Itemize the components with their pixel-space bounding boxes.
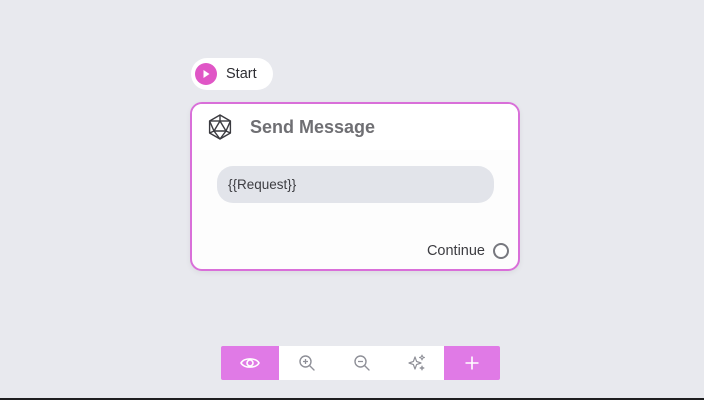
- start-node-label: Start: [226, 66, 257, 82]
- output-connector-handle[interactable]: [493, 243, 509, 259]
- node-title: Send Message: [250, 117, 376, 137]
- zoom-out-button[interactable]: [334, 346, 389, 380]
- eye-icon: [240, 358, 260, 368]
- plus-icon: [465, 356, 479, 370]
- start-node[interactable]: Start: [191, 58, 273, 90]
- output-label: Continue: [426, 243, 485, 259]
- zoom-out-icon: [353, 355, 370, 371]
- sparkles-icon: [407, 354, 425, 371]
- auto-layout-button[interactable]: [389, 346, 444, 380]
- icosahedron-icon: [208, 114, 232, 140]
- zoom-in-button[interactable]: [279, 346, 334, 380]
- add-node-button[interactable]: [444, 346, 500, 380]
- zoom-in-icon: [298, 355, 315, 371]
- play-icon: [195, 63, 217, 85]
- preview-button[interactable]: [221, 346, 279, 380]
- send-message-node[interactable]: Send Message {{Request}} Continue: [190, 102, 520, 271]
- node-output: Continue: [427, 243, 509, 259]
- canvas-toolbar: [221, 346, 500, 380]
- message-input[interactable]: {{Request}}: [217, 166, 494, 203]
- node-header: Send Message: [192, 104, 518, 150]
